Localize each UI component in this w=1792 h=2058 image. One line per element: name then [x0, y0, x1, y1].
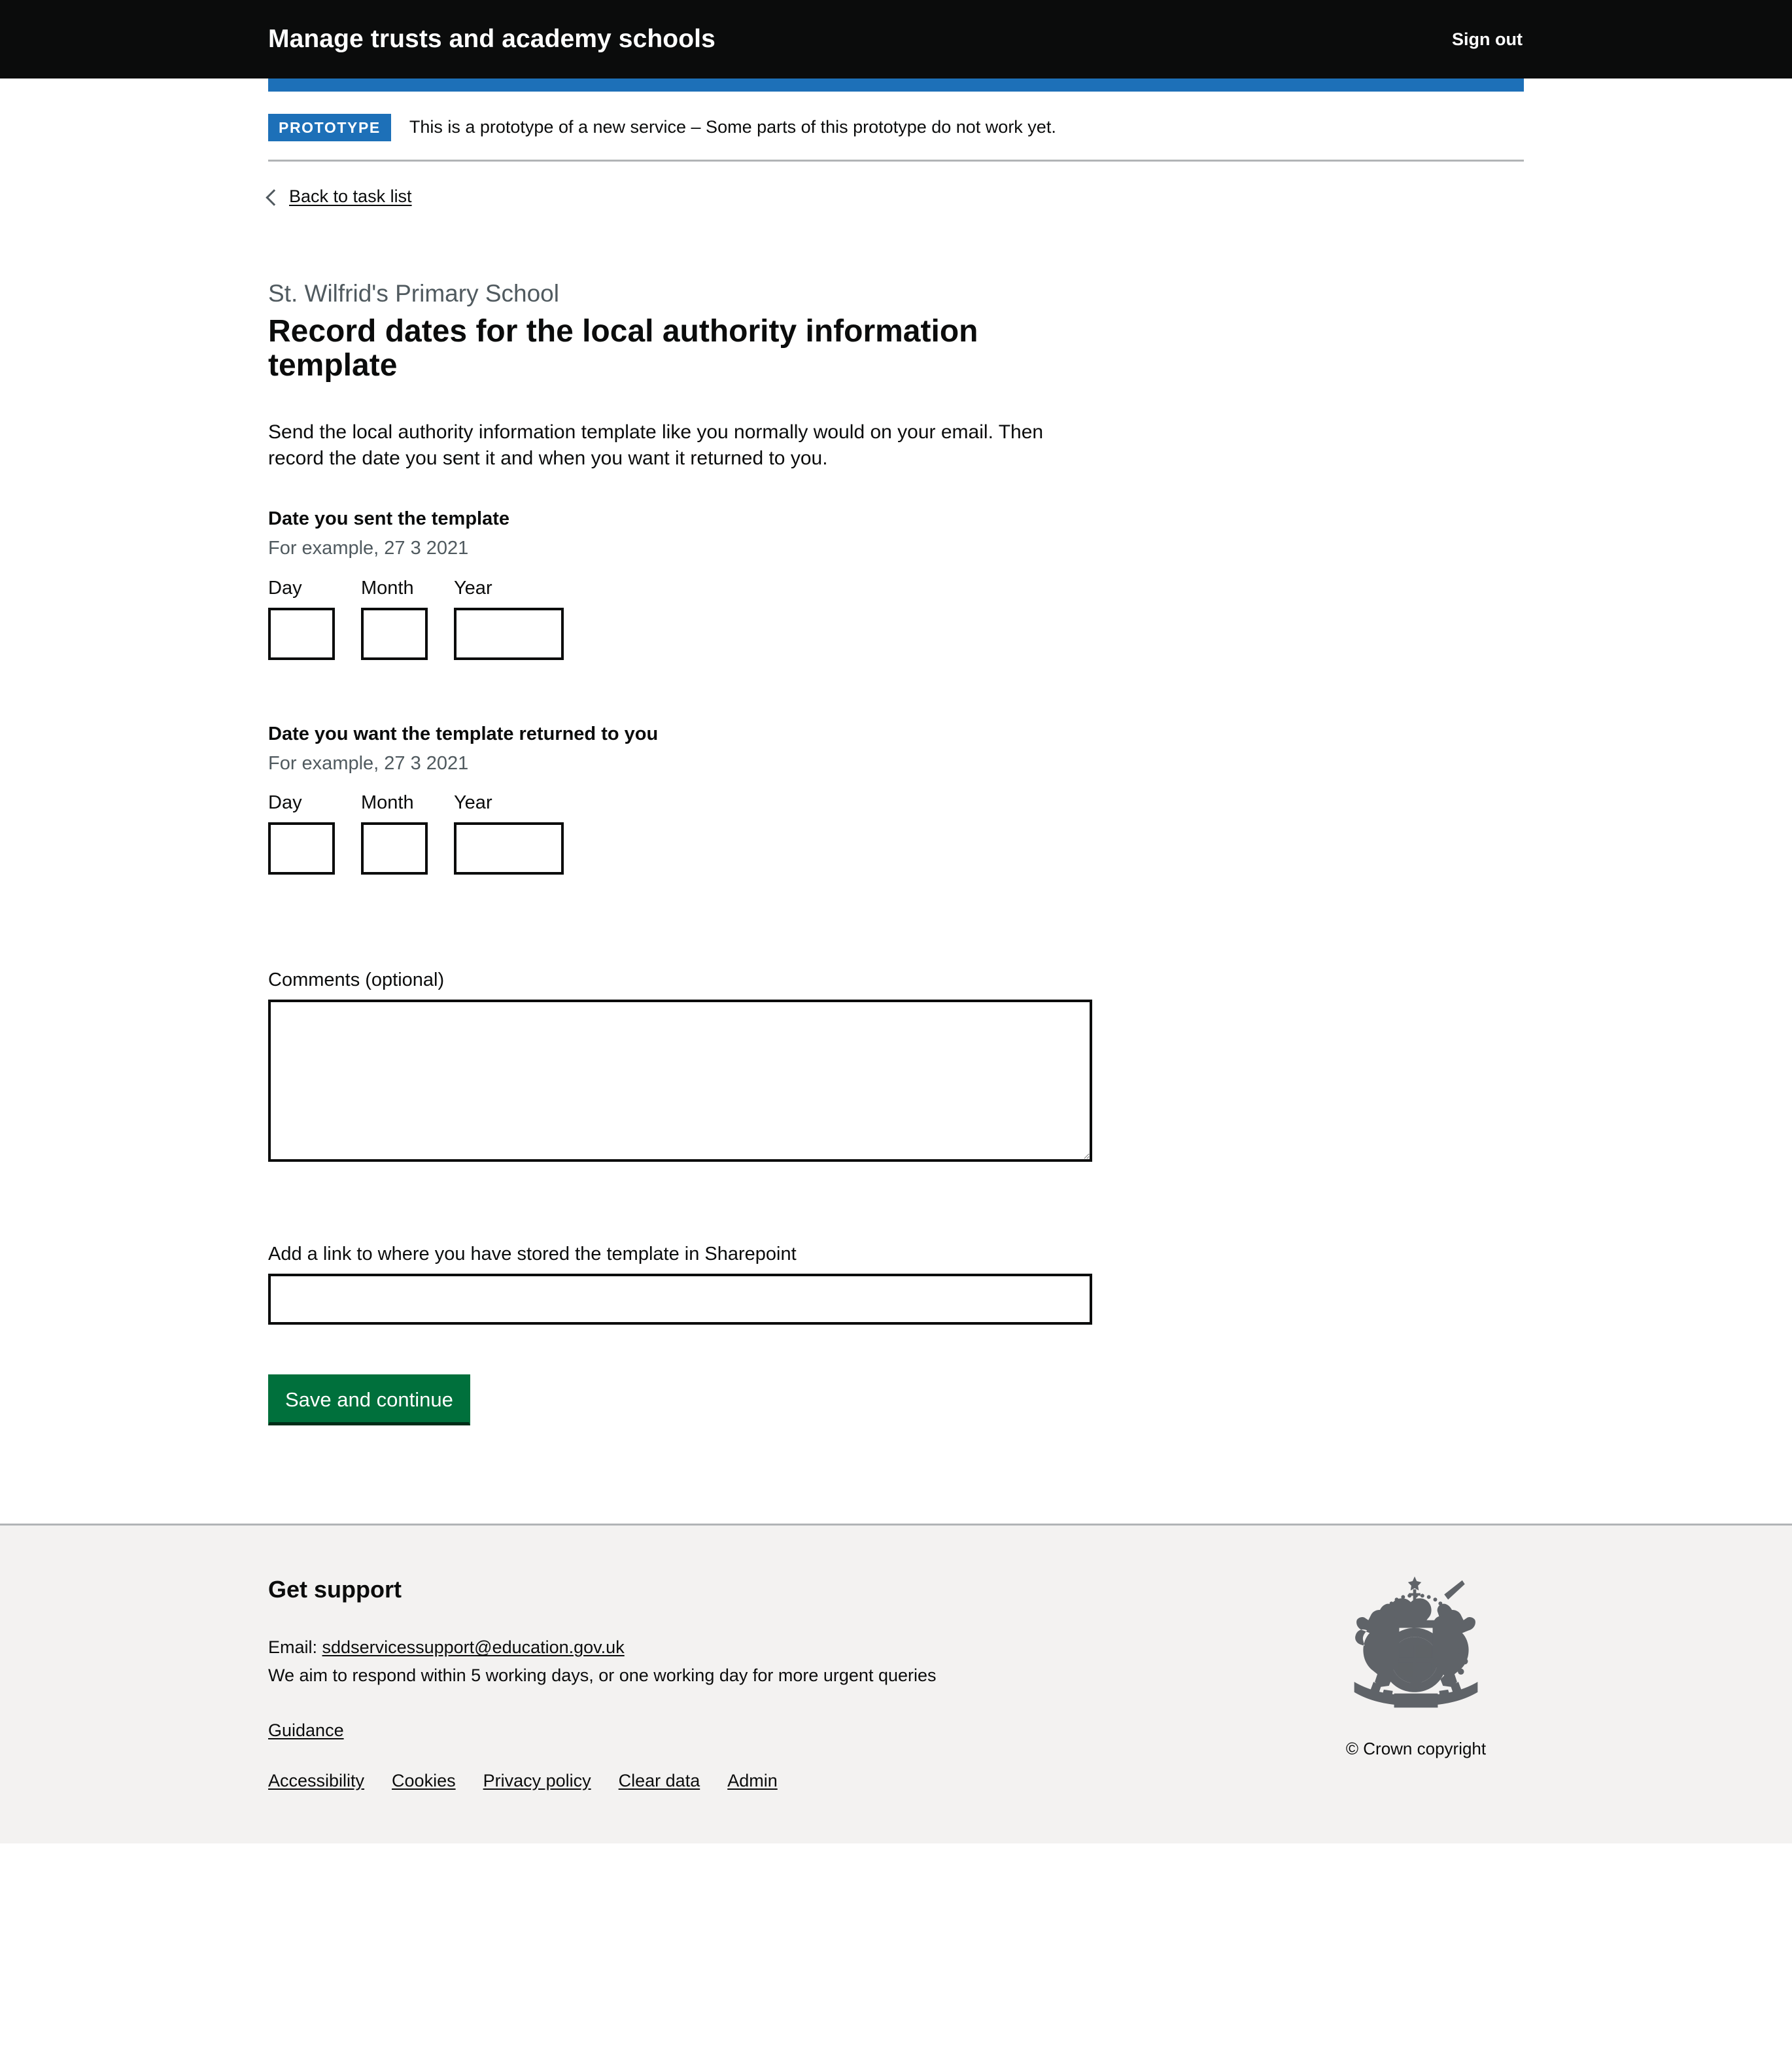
date-sent-month-input[interactable]: [361, 607, 428, 660]
comments-textarea[interactable]: [268, 999, 1092, 1162]
footer-link-accessibility[interactable]: Accessibility: [268, 1771, 364, 1791]
date-sent-inputs: Day Month Year: [268, 577, 1105, 660]
footer-response-time: We aim to respond within 5 working days,…: [268, 1666, 937, 1686]
footer-link-privacy-policy[interactable]: Privacy policy: [483, 1771, 591, 1791]
date-sent-year-label: Year: [454, 577, 492, 599]
date-returned-inputs: Day Month Year: [268, 792, 1105, 875]
date-returned-month-group: Month: [361, 792, 428, 875]
royal-coat-of-arms-icon: [1354, 1576, 1478, 1708]
date-returned-year-input[interactable]: [454, 822, 564, 875]
crown-copyright-label: © Crown copyright: [1345, 1738, 1487, 1758]
footer-email-prefix: Email:: [268, 1637, 318, 1658]
footer-email-row: Email: sddservicessupport@education.gov.…: [268, 1635, 1184, 1660]
date-sent-month-label: Month: [361, 577, 414, 599]
date-sent-hint: For example, 27 3 2021: [268, 538, 469, 559]
date-returned-year-group: Year: [454, 792, 564, 875]
date-sent-day-group: Day: [268, 577, 335, 660]
school-name-caption: St. Wilfrid's Primary School: [268, 280, 559, 307]
comments-form-group: Comments (optional): [268, 969, 1105, 1162]
guidance-link[interactable]: Guidance: [268, 1720, 344, 1740]
date-returned-day-input[interactable]: [268, 822, 335, 875]
date-returned-legend: Date you want the template returned to y…: [268, 723, 659, 744]
date-sent-year-group: Year: [454, 577, 564, 660]
date-sent-legend-wrap: Date you sent the template: [268, 508, 509, 537]
intro-paragraph: Send the local authority information tem…: [268, 421, 1044, 469]
page-root: Manage trusts and academy schools Sign o…: [0, 0, 1792, 2058]
header-accent-bar: [268, 78, 1524, 92]
date-returned-fieldset: Date you want the template returned to y…: [268, 723, 1105, 875]
date-returned-day-group: Day: [268, 792, 335, 875]
site-footer: Get support Email: sddservicessupport@ed…: [0, 1523, 1792, 1843]
date-returned-year-label: Year: [454, 792, 492, 814]
service-header: Manage trusts and academy schools Sign o…: [0, 0, 1792, 78]
date-sent-legend: Date you sent the template: [268, 508, 510, 530]
support-email-link[interactable]: sddservicessupport@education.gov.uk: [322, 1637, 625, 1657]
date-returned-hint: For example, 27 3 2021: [268, 752, 469, 774]
page-title: Record dates for the local authority inf…: [268, 313, 978, 383]
date-sent-day-label: Day: [268, 577, 302, 599]
back-to-task-list-link[interactable]: Back to task list: [266, 186, 412, 207]
footer-link-clear-data[interactable]: Clear data: [619, 1771, 700, 1791]
phase-banner-container: PROTOTYPE This is a prototype of a new s…: [266, 92, 1524, 1524]
date-sent-month-group: Month: [361, 577, 428, 660]
date-returned-month-label: Month: [361, 792, 414, 814]
service-name: Manage trusts and academy schools: [268, 24, 715, 53]
date-returned-day-label: Day: [268, 792, 302, 814]
footer-crown-section: © Crown copyright: [1308, 1565, 1524, 1759]
sharepoint-link-input[interactable]: [268, 1273, 1092, 1325]
comments-label: Comments (optional): [268, 969, 445, 991]
back-link-label: Back to task list: [289, 186, 412, 206]
date-sent-year-input[interactable]: [454, 607, 564, 660]
save-and-continue-button[interactable]: Save and continue: [268, 1374, 470, 1425]
header-accent-bar-wrap: [268, 78, 1524, 92]
date-returned-legend-wrap: Date you want the template returned to y…: [268, 723, 658, 752]
phase-tag: PROTOTYPE: [268, 114, 391, 141]
sharepoint-link-label: Add a link to where you have stored the …: [268, 1243, 797, 1264]
footer-guidance-row: Guidance: [268, 1720, 1184, 1741]
phase-banner: PROTOTYPE This is a prototype of a new s…: [268, 92, 1524, 162]
content-column: St. Wilfrid's Primary School Record date…: [268, 280, 1105, 1425]
phase-banner-text: This is a prototype of a new service – S…: [409, 117, 1056, 137]
back-link-row: Back to task list: [266, 162, 1524, 207]
footer-meta-links: Accessibility Cookies Privacy policy Cle…: [268, 1771, 1184, 1791]
footer-support-section: Get support Email: sddservicessupport@ed…: [268, 1565, 1184, 1791]
date-returned-month-input[interactable]: [361, 822, 428, 875]
footer-link-admin[interactable]: Admin: [727, 1771, 778, 1791]
sharepoint-form-group: Add a link to where you have stored the …: [268, 1243, 1105, 1325]
footer-heading: Get support: [268, 1575, 402, 1603]
sign-out-link[interactable]: Sign out: [1452, 29, 1524, 50]
chevron-left-icon: [266, 188, 283, 206]
date-sent-fieldset: Date you sent the template For example, …: [268, 508, 1105, 660]
main-content: St. Wilfrid's Primary School Record date…: [268, 207, 1524, 1524]
date-sent-day-input[interactable]: [268, 607, 335, 660]
footer-link-cookies[interactable]: Cookies: [392, 1771, 456, 1791]
